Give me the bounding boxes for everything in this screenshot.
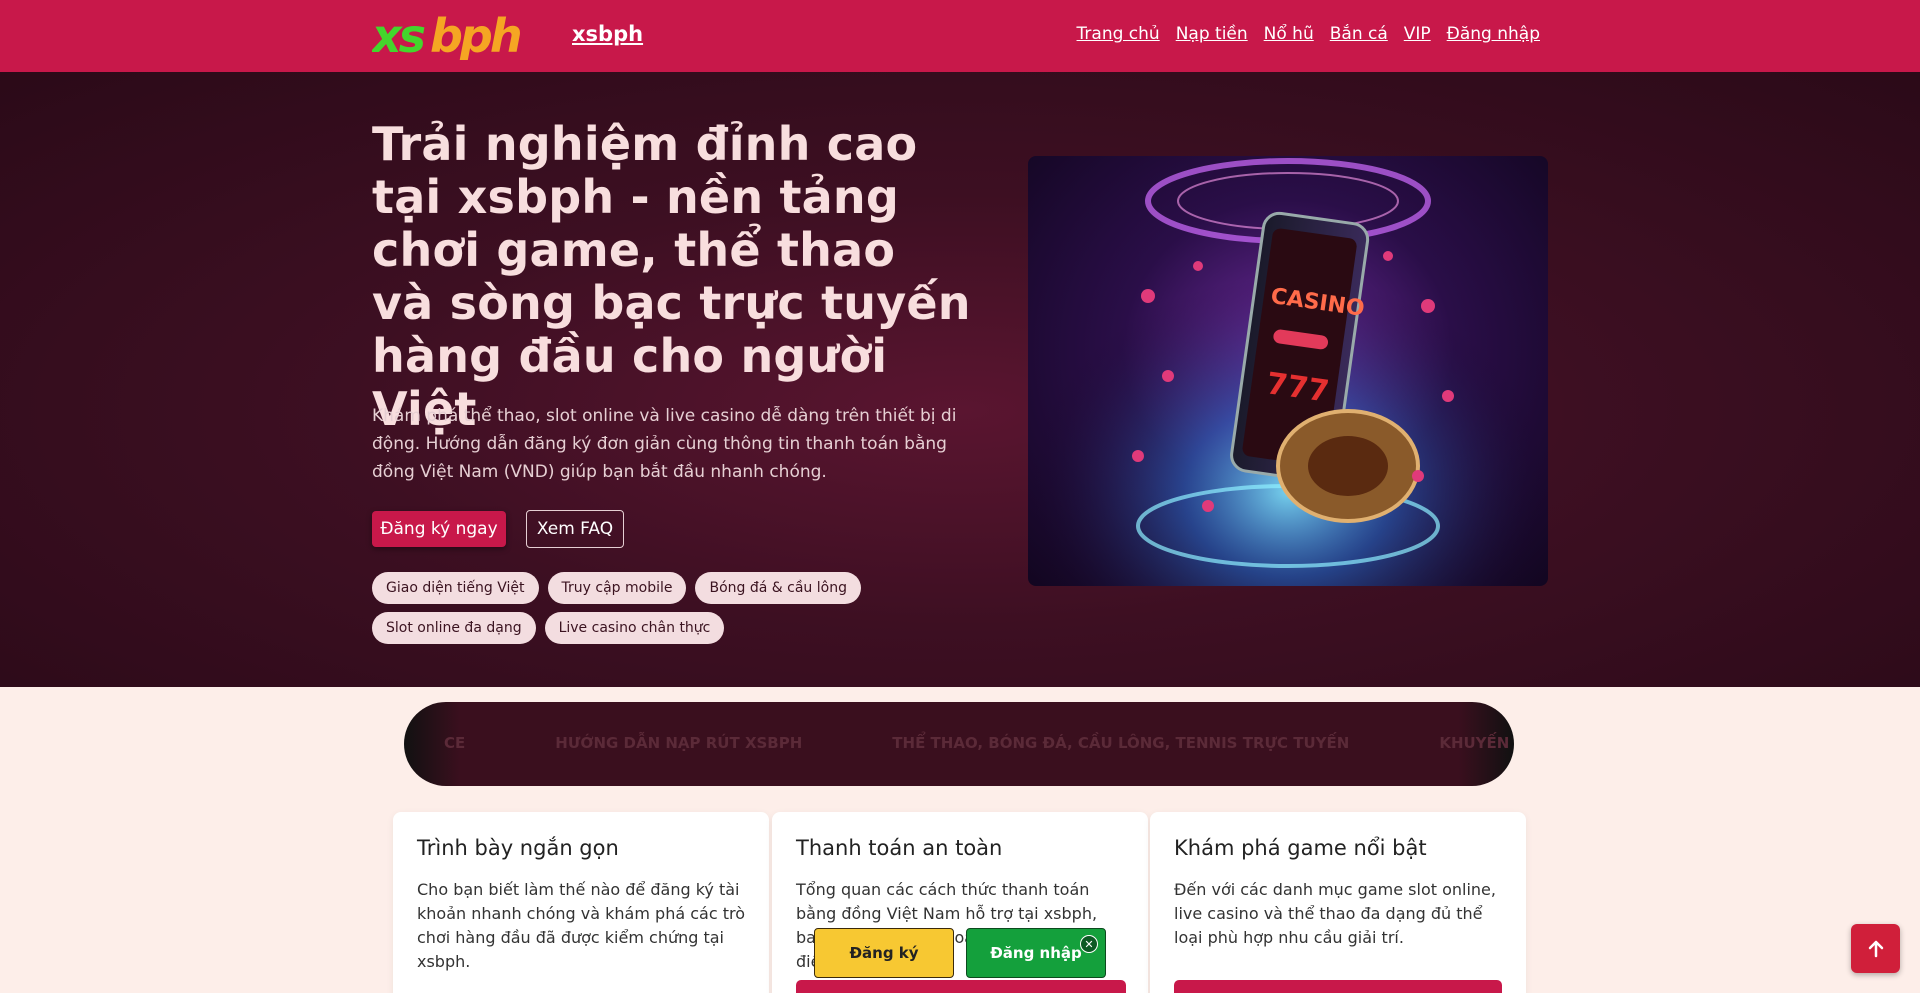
arrow-up-icon xyxy=(1868,940,1883,957)
hero-section: Trải nghiệm đỉnh cao tại xsbph - nền tản… xyxy=(0,72,1920,687)
ticker-item: KHUYẾN MÃI THÀNH VIÊN MỚI xyxy=(1439,734,1514,752)
faq-button[interactable]: Xem FAQ xyxy=(526,510,624,548)
ticker-item: THỂ THAO, BÓNG ĐÁ, CẦU LÔNG, TENNIS TRỰC… xyxy=(892,734,1350,752)
feature-card-intro: Trình bày ngắn gọn Cho bạn biết làm thế … xyxy=(393,812,769,993)
chip-mobile: Truy cập mobile xyxy=(547,572,687,604)
card-text: Đến với các danh mục game slot online, l… xyxy=(1174,880,1496,947)
floating-register-button[interactable]: Đăng ký xyxy=(814,928,954,978)
nav-jackpot[interactable]: Nổ hũ xyxy=(1264,24,1314,44)
chip-slots: Slot online đa dạng xyxy=(372,612,536,644)
nav-deposit[interactable]: Nạp tiền xyxy=(1176,24,1248,44)
svg-text:xs: xs xyxy=(372,12,425,60)
card-title: Trình bày ngắn gọn xyxy=(417,836,619,860)
card-text: Cho bạn biết làm thế nào để đăng ký tài … xyxy=(417,880,745,971)
card-action-button[interactable] xyxy=(796,980,1126,993)
promo-ticker: CE HƯỚNG DẪN NẠP RÚT XSBPH THỂ THAO, BÓN… xyxy=(404,702,1514,786)
feature-card-games: Khám phá game nổi bật Đến với các danh m… xyxy=(1150,812,1526,993)
ticker-item: CE xyxy=(444,734,466,752)
chip-live-casino: Live casino chân thực xyxy=(544,612,725,644)
card-title: Khám phá game nổi bật xyxy=(1174,836,1427,860)
feature-chips: Giao diện tiếng Việt Truy cập mobile Bón… xyxy=(372,572,892,644)
svg-text:bph: bph xyxy=(430,12,521,60)
card-action-button[interactable] xyxy=(1174,980,1502,993)
chip-vietnamese-ui: Giao diện tiếng Việt xyxy=(372,572,539,604)
hero-description: Khám phá thể thao, slot online và live c… xyxy=(372,406,957,482)
nav-home[interactable]: Trang chủ xyxy=(1077,24,1160,44)
hero-title: Trải nghiệm đỉnh cao tại xsbph - nền tản… xyxy=(372,117,971,436)
chip-sports: Bóng đá & cầu lông xyxy=(695,572,861,604)
ticker-track: CE HƯỚNG DẪN NẠP RÚT XSBPH THỂ THAO, BÓN… xyxy=(444,734,1514,752)
close-icon[interactable]: ✕ xyxy=(1080,935,1098,953)
casino-phone-illustration: CASINO 777 xyxy=(1028,156,1548,586)
site-header: xs bph xsbph Trang chủ Nạp tiền Nổ hũ Bắ… xyxy=(0,0,1920,72)
register-now-button[interactable]: Đăng ký ngay xyxy=(372,511,506,547)
main-nav: Trang chủ Nạp tiền Nổ hũ Bắn cá VIP Đăng… xyxy=(1077,24,1540,44)
nav-login[interactable]: Đăng nhập xyxy=(1447,24,1540,44)
brand-name[interactable]: xsbph xyxy=(572,22,643,46)
nav-fishing[interactable]: Bắn cá xyxy=(1330,24,1388,44)
xsbph-logo[interactable]: xs bph xyxy=(372,12,564,60)
scroll-to-top-button[interactable] xyxy=(1851,924,1900,973)
card-title: Thanh toán an toàn xyxy=(796,836,1003,860)
nav-vip[interactable]: VIP xyxy=(1404,24,1431,44)
ticker-item: HƯỚNG DẪN NẠP RÚT XSBPH xyxy=(555,734,803,752)
